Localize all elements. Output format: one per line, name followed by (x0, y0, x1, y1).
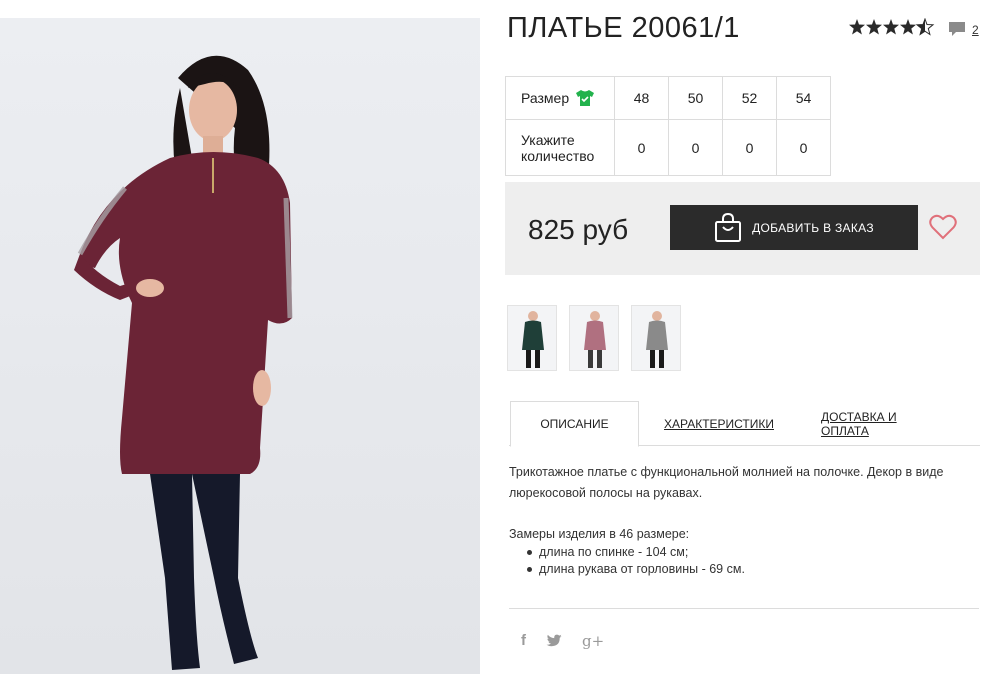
quantity-input-54[interactable]: 0 (776, 119, 831, 176)
purchase-panel: 825 руб ДОБАВИТЬ В ЗАКАЗ (505, 182, 980, 275)
product-main-image[interactable] (0, 18, 480, 674)
quantity-label-line2: количество (521, 147, 595, 164)
divider (509, 608, 979, 609)
size-52: 52 (722, 76, 777, 120)
tab-description-label: ОПИСАНИЕ (540, 417, 609, 431)
measurements-list: длина по спинке - 104 см; длина рукава о… (509, 544, 745, 578)
google-plus-icon[interactable]: g+ (582, 632, 604, 650)
tab-characteristics-label: ХАРАКТЕРИСТИКИ (663, 416, 774, 431)
tab-description[interactable]: ОПИСАНИЕ (510, 401, 639, 447)
thumbnail-burgundy[interactable] (569, 305, 619, 371)
facebook-icon[interactable]: f (521, 632, 526, 650)
list-item: длина по спинке - 104 см; (509, 544, 745, 561)
quantity-label-cell: Укажите количество (505, 119, 615, 176)
quantity-input-50[interactable]: 0 (668, 119, 723, 176)
size-50: 50 (668, 76, 723, 120)
add-to-order-label: ДОБАВИТЬ В ЗАКАЗ (752, 220, 874, 235)
shopping-bag-icon (715, 212, 742, 242)
add-to-order-button[interactable]: ДОБАВИТЬ В ЗАКАЗ (670, 205, 918, 250)
product-title: ПЛАТЬЕ 20061/1 (507, 12, 740, 44)
quantity-label-line1: Укажите (521, 131, 575, 148)
color-thumbnails (507, 305, 681, 371)
product-price: 825 руб (528, 214, 629, 245)
size-label: Размер (521, 90, 570, 106)
measurements-title: Замеры изделия в 46 размере: (509, 527, 690, 541)
twitter-icon[interactable] (546, 634, 562, 648)
quantity-input-48[interactable]: 0 (614, 119, 669, 176)
thumbnail-image (522, 311, 544, 368)
product-tabs: ОПИСАНИЕ ХАРАКТЕРИСТИКИ ДОСТАВКА И ОПЛАТ… (509, 401, 980, 447)
star-icon (849, 18, 935, 36)
thumbnail-image (584, 311, 606, 368)
quantity-input-52[interactable]: 0 (722, 119, 777, 176)
tshirt-icon[interactable] (575, 89, 595, 107)
thumbnail-image (646, 311, 668, 368)
comments-link[interactable]: 2 (948, 20, 979, 38)
heart-icon[interactable] (929, 214, 957, 240)
size-label-cell: Размер (505, 76, 615, 120)
comments-count[interactable]: 2 (972, 23, 979, 37)
model-illustration (74, 55, 293, 670)
measurements-block: Замеры изделия в 46 размере: длина по сп… (509, 527, 745, 578)
tab-delivery-label: ДОСТАВКА И ОПЛАТА (821, 409, 897, 438)
size-54: 54 (776, 76, 831, 120)
quantity-row: Укажите количество 0 0 0 0 (505, 119, 831, 176)
thumbnail-green[interactable] (507, 305, 557, 371)
list-item: длина рукава от горловины - 69 см. (509, 561, 745, 578)
tab-characteristics[interactable]: ХАРАКТЕРИСТИКИ (662, 401, 776, 446)
size-row: Размер 48 50 52 54 (505, 76, 831, 120)
size-quantity-table: Размер 48 50 52 54 Укажите количество 0 … (505, 76, 831, 176)
thumbnail-grey[interactable] (631, 305, 681, 371)
product-rating[interactable] (849, 18, 939, 36)
size-48: 48 (614, 76, 669, 120)
social-share: f g+ (521, 632, 604, 650)
tab-delivery[interactable]: ДОСТАВКА И ОПЛАТА (821, 401, 947, 446)
comment-icon (949, 22, 965, 36)
product-description: Трикотажное платье с функциональной молн… (509, 465, 944, 500)
